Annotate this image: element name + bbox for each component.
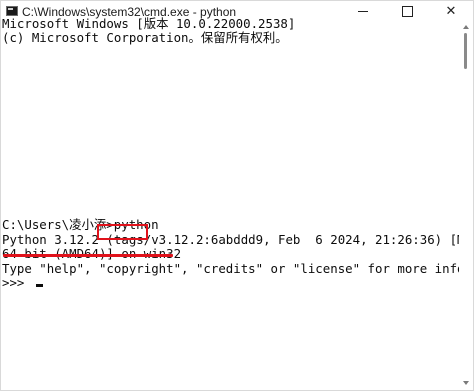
cmd-app-icon[interactable]	[6, 6, 18, 16]
scroll-down-arrow-icon[interactable]	[463, 381, 469, 385]
console-prompt-line[interactable]: >>>	[1, 275, 459, 291]
highlight-underline-python-version	[3, 254, 173, 257]
console-spacer	[1, 89, 459, 103]
console-spacer	[1, 75, 459, 89]
console-spacer	[1, 204, 459, 218]
console-spacer	[1, 103, 459, 117]
scroll-up-arrow-icon[interactable]	[463, 25, 469, 29]
console-spacer	[1, 118, 459, 132]
python-prompt: >>>	[2, 275, 32, 291]
maximize-icon	[401, 6, 413, 17]
console-spacer	[1, 175, 459, 189]
minimize-icon	[358, 11, 368, 12]
console-spacer	[1, 161, 459, 175]
vertical-scrollbar[interactable]	[461, 23, 471, 389]
console-output[interactable]: Microsoft Windows [版本 10.0.22000.2538] (…	[1, 17, 459, 387]
highlight-box-python-command	[97, 224, 148, 240]
scrollbar-thumb[interactable]	[464, 33, 467, 69]
console-spacer	[1, 132, 459, 146]
console-command-line: C:\Users\凌小添>python	[2, 217, 159, 233]
console-line: (c) Microsoft Corporation。保留所有权利。	[2, 30, 288, 46]
console-spacer	[1, 147, 459, 161]
console-line: Type "help", "copyright", "credits" or "…	[2, 260, 459, 276]
console-line: Microsoft Windows [版本 10.0.22000.2538]	[2, 17, 296, 31]
console-line: Python 3.12.2 (tags/v3.12.2:6abddd9, Feb…	[2, 231, 459, 247]
console-spacer	[1, 190, 459, 204]
console-spacer	[1, 60, 459, 74]
text-cursor	[35, 284, 43, 288]
cmd-window: C:\Windows\system32\cmd.exe - python ✕ M…	[0, 0, 474, 391]
